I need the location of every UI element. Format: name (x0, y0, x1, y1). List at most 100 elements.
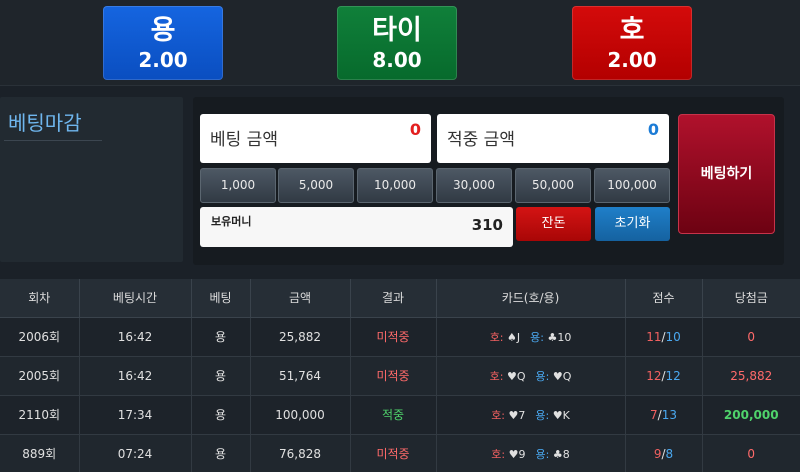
cards-cell: 호: ♥9 용: ♣8 (436, 434, 626, 472)
amount-cell: 25,882 (250, 317, 351, 357)
chip-10000-button[interactable]: 10,000 (357, 168, 433, 203)
table-header-row: 회차 베팅시간 베팅 금액 결과 카드(호/용) 점수 당첨금 (0, 279, 800, 318)
win-amount-value: 0 (647, 120, 659, 139)
tiger-odds: 2.00 (607, 48, 657, 72)
bet-panel: 베팅 금액 0 적중 금액 0 1,000 5,000 10,000 30,00… (193, 97, 784, 265)
dragon-card-label: 용: (530, 330, 544, 344)
betting-status-panel: 베팅마감 (0, 97, 183, 262)
header-pick: 베팅 (191, 279, 251, 318)
tiger-score: 7 (650, 407, 658, 422)
table-row: 2110회 17:34 용 100,000 적중 호: ♥7 용: ♥K 7/13… (0, 395, 800, 435)
payout-cell: 25,882 (702, 356, 800, 396)
header-result: 결과 (350, 279, 437, 318)
status-divider (4, 140, 102, 141)
bet-amount-field[interactable]: 베팅 금액 0 (200, 114, 431, 163)
bet-option-tiger[interactable]: 호 2.00 (572, 6, 692, 80)
balance-label: 보유머니 (211, 215, 252, 228)
cards-cell: 호: ♠J 용: ♣10 (436, 317, 626, 357)
table-row: 2006회 16:42 용 25,882 미적중 호: ♠J 용: ♣10 11/… (0, 317, 800, 357)
bet-history-table: 회차 베팅시간 베팅 금액 결과 카드(호/용) 점수 당첨금 2006회 16… (0, 279, 800, 472)
result-cell: 적중 (350, 395, 437, 435)
dragon-odds: 2.00 (138, 48, 188, 72)
chip-30000-button[interactable]: 30,000 (436, 168, 512, 203)
amount-cell: 51,764 (250, 356, 351, 396)
bet-option-dragon[interactable]: 용 2.00 (103, 6, 223, 80)
dragon-card: ♣8 (552, 447, 570, 461)
score-cell: 9/8 (625, 434, 703, 472)
bet-amount-value: 0 (409, 120, 421, 139)
amount-cell: 76,828 (250, 434, 351, 472)
amount-cell: 100,000 (250, 395, 351, 435)
header-round: 회차 (0, 279, 80, 318)
round-cell: 2006회 (0, 317, 80, 357)
tiger-label: 호 (619, 15, 645, 46)
payout-cell: 0 (702, 317, 800, 357)
tiger-card-label: 호: (491, 447, 506, 461)
score-cell: 12/12 (625, 356, 703, 396)
dragon-card-label: 용: (535, 408, 550, 422)
header-cards: 카드(호/용) (436, 279, 626, 318)
tiger-score: 9 (653, 446, 662, 461)
chip-50000-button[interactable]: 50,000 (515, 168, 591, 203)
balance-value: 310 (471, 216, 503, 234)
odds-bar: 용 2.00 타이 8.00 호 2.00 (0, 0, 800, 86)
place-bet-button[interactable]: 베팅하기 (678, 114, 775, 234)
pick-cell: 용 (191, 317, 251, 357)
result-cell: 미적중 (350, 434, 437, 472)
dragon-card: ♥Q (552, 369, 572, 383)
tiger-score: 11 (646, 329, 662, 344)
header-payout: 당첨금 (702, 279, 800, 318)
table-row: 2005회 16:42 용 51,764 미적중 호: ♥Q 용: ♥Q 12/1… (0, 356, 800, 396)
time-cell: 16:42 (79, 317, 192, 357)
result-cell: 미적중 (350, 356, 437, 396)
balance-field: 보유머니 310 (200, 207, 513, 247)
tiger-card-label: 호: (491, 408, 506, 422)
dragon-card-label: 용: (535, 369, 550, 383)
tiger-card-label: 호: (489, 330, 504, 344)
payout-cell: 200,000 (702, 395, 800, 435)
table-row: 889회 07:24 용 76,828 미적중 호: ♥9 용: ♣8 9/8 0 (0, 434, 800, 472)
time-cell: 16:42 (79, 356, 192, 396)
round-cell: 889회 (0, 434, 80, 472)
pick-cell: 용 (191, 434, 251, 472)
tie-label: 타이 (372, 15, 422, 46)
win-amount-label: 적중 금액 (447, 130, 515, 150)
round-cell: 2005회 (0, 356, 80, 396)
pick-cell: 용 (191, 395, 251, 435)
time-cell: 17:34 (79, 395, 192, 435)
score-cell: 7/13 (625, 395, 703, 435)
dragon-score: 8 (665, 446, 674, 461)
header-amount: 금액 (250, 279, 351, 318)
chip-1000-button[interactable]: 1,000 (200, 168, 276, 203)
tiger-card: ♥7 (508, 408, 526, 422)
chip-5000-button[interactable]: 5,000 (278, 168, 354, 203)
time-cell: 07:24 (79, 434, 192, 472)
dragon-card-label: 용: (535, 447, 550, 461)
round-cell: 2110회 (0, 395, 80, 435)
tie-odds: 8.00 (372, 48, 422, 72)
dragon-score: 10 (665, 329, 681, 344)
bet-option-tie[interactable]: 타이 8.00 (337, 6, 457, 80)
pick-cell: 용 (191, 356, 251, 396)
header-score: 점수 (625, 279, 703, 318)
cards-cell: 호: ♥Q 용: ♥Q (436, 356, 626, 396)
result-cell: 미적중 (350, 317, 437, 357)
betting-closed-label: 베팅마감 (8, 111, 82, 135)
tiger-score: 12 (646, 368, 662, 383)
dragon-score: 12 (665, 368, 681, 383)
win-amount-field: 적중 금액 0 (437, 114, 669, 163)
chip-100000-button[interactable]: 100,000 (594, 168, 670, 203)
remain-button[interactable]: 잔돈 (516, 207, 591, 241)
tiger-card: ♥Q (506, 369, 526, 383)
reset-button[interactable]: 초기화 (595, 207, 670, 241)
payout-cell: 0 (702, 434, 800, 472)
dragon-score: 13 (661, 407, 677, 422)
tiger-card: ♠J (507, 330, 521, 344)
cards-cell: 호: ♥7 용: ♥K (436, 395, 626, 435)
header-bet-time: 베팅시간 (79, 279, 192, 318)
score-cell: 11/10 (625, 317, 703, 357)
tiger-card-label: 호: (489, 369, 504, 383)
dragon-card: ♥K (552, 408, 570, 422)
tiger-card: ♥9 (508, 447, 526, 461)
dragon-label: 용 (150, 15, 176, 46)
